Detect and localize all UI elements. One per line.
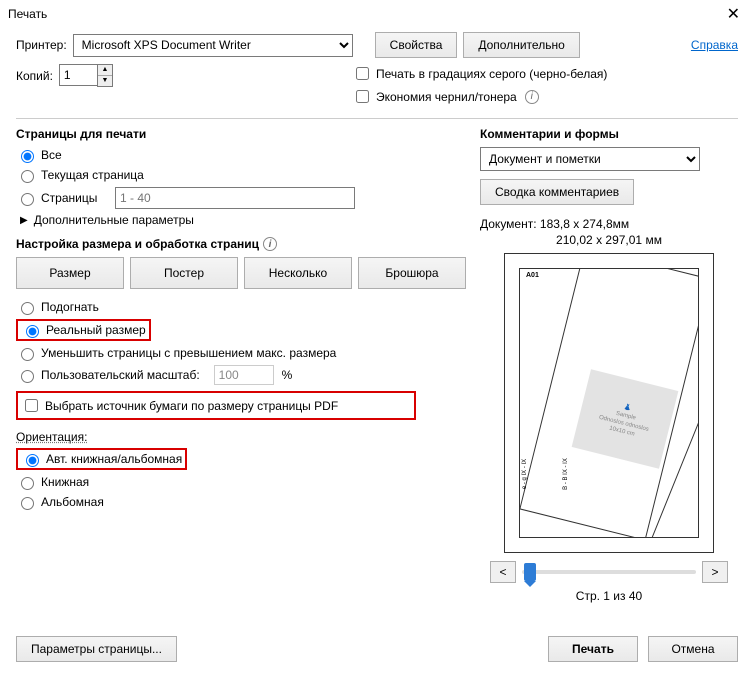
save-ink-checkbox[interactable] xyxy=(356,90,369,103)
doc-size-label: Документ: 183,8 x 274,8мм xyxy=(480,217,738,231)
printer-label: Принтер: xyxy=(16,38,67,52)
custom-scale-input: 100 xyxy=(214,365,274,385)
pages-all-radio[interactable] xyxy=(21,150,34,163)
spin-down-icon[interactable]: ▼ xyxy=(98,76,112,87)
fit-radio[interactable] xyxy=(21,302,34,315)
page-counter: Стр. 1 из 40 xyxy=(480,589,738,603)
next-page-button[interactable]: > xyxy=(702,561,728,583)
orientation-auto-radio[interactable] xyxy=(26,454,39,467)
custom-scale-radio[interactable] xyxy=(21,370,34,383)
copies-input[interactable]: ▲ ▼ xyxy=(59,64,113,87)
paper-source-label: Выбрать источник бумаги по размеру стран… xyxy=(45,399,338,413)
orientation-portrait-label: Книжная xyxy=(41,475,89,489)
orientation-landscape-radio[interactable] xyxy=(21,497,34,510)
pages-current-radio[interactable] xyxy=(21,170,34,183)
chevron-right-icon: > xyxy=(711,565,718,579)
preview-page: A01 👗 Sample Odnoslos odnoslos 10x10 cm … xyxy=(519,268,699,538)
mode-poster-button[interactable]: Постер xyxy=(130,257,238,289)
copies-label: Копий: xyxy=(16,69,53,83)
cancel-button[interactable]: Отмена xyxy=(648,636,738,662)
shrink-label: Уменьшить страницы с превышением макс. р… xyxy=(41,346,336,360)
paper-size-label: 210,02 x 297,01 мм xyxy=(480,233,738,247)
pages-range-label: Страницы xyxy=(41,191,111,205)
pages-range-radio[interactable] xyxy=(21,193,34,206)
paper-source-highlight: Выбрать источник бумаги по размеру стран… xyxy=(16,391,416,420)
mode-multi-button[interactable]: Несколько xyxy=(244,257,352,289)
print-preview: A01 👗 Sample Odnoslos odnoslos 10x10 cm … xyxy=(504,253,714,553)
triangle-right-icon: ▶ xyxy=(20,215,28,226)
orientation-heading: Ориентация: xyxy=(16,430,466,444)
preview-text-fragment: B - B IX - IX xyxy=(563,458,569,490)
actual-size-label: Реальный размер xyxy=(46,323,146,337)
pages-all-label: Все xyxy=(41,148,62,162)
sizing-heading: Настройка размера и обработка страниц xyxy=(16,237,259,251)
properties-button[interactable]: Свойства xyxy=(375,32,458,58)
preview-page-tag: A01 xyxy=(526,272,539,279)
copies-field[interactable] xyxy=(59,64,97,86)
page-slider[interactable] xyxy=(522,570,696,574)
save-ink-label: Экономия чернил/тонера xyxy=(376,90,517,104)
slider-thumb[interactable] xyxy=(524,563,536,581)
comments-summary-button[interactable]: Сводка комментариев xyxy=(480,179,634,205)
pages-heading: Страницы для печати xyxy=(16,127,466,141)
percent-label: % xyxy=(282,368,293,382)
page-setup-button[interactable]: Параметры страницы... xyxy=(16,636,177,662)
preview-text-fragment: e - g IX - IX xyxy=(522,459,528,489)
grayscale-label: Печать в градациях серого (черно-белая) xyxy=(376,67,607,81)
spin-up-icon[interactable]: ▲ xyxy=(98,65,112,76)
window-title: Печать xyxy=(8,7,47,21)
pages-current-label: Текущая страница xyxy=(41,168,144,182)
pages-range-input[interactable] xyxy=(115,187,355,209)
info-icon[interactable]: i xyxy=(525,90,539,104)
paper-source-checkbox[interactable] xyxy=(25,399,38,412)
more-options-toggle[interactable]: ▶ Дополнительные параметры xyxy=(20,213,466,227)
orientation-portrait-radio[interactable] xyxy=(21,477,34,490)
orientation-auto-label: Авт. книжная/альбомная xyxy=(46,452,182,466)
comments-select[interactable]: Документ и пометки xyxy=(480,147,700,171)
more-options-label: Дополнительные параметры xyxy=(34,213,194,227)
info-icon[interactable]: i xyxy=(263,237,277,251)
custom-scale-label: Пользовательский масштаб: xyxy=(41,368,200,382)
orientation-auto-highlight: Авт. книжная/альбомная xyxy=(16,448,187,470)
mode-brochure-button[interactable]: Брошюра xyxy=(358,257,466,289)
actual-size-highlight: Реальный размер xyxy=(16,319,151,341)
grayscale-checkbox[interactable] xyxy=(356,67,369,80)
comments-heading: Комментарии и формы xyxy=(480,127,738,141)
mode-size-button[interactable]: Размер xyxy=(16,257,124,289)
printer-select[interactable]: Microsoft XPS Document Writer xyxy=(73,34,353,57)
prev-page-button[interactable]: < xyxy=(490,561,516,583)
chevron-left-icon: < xyxy=(499,565,506,579)
fit-label: Подогнать xyxy=(41,300,99,314)
shrink-radio[interactable] xyxy=(21,348,34,361)
help-link[interactable]: Справка xyxy=(691,38,738,52)
actual-size-radio[interactable] xyxy=(26,325,39,338)
orientation-landscape-label: Альбомная xyxy=(41,495,104,509)
print-button[interactable]: Печать xyxy=(548,636,638,662)
advanced-button[interactable]: Дополнительно xyxy=(463,32,579,58)
close-icon[interactable]: ✕ xyxy=(721,4,746,24)
